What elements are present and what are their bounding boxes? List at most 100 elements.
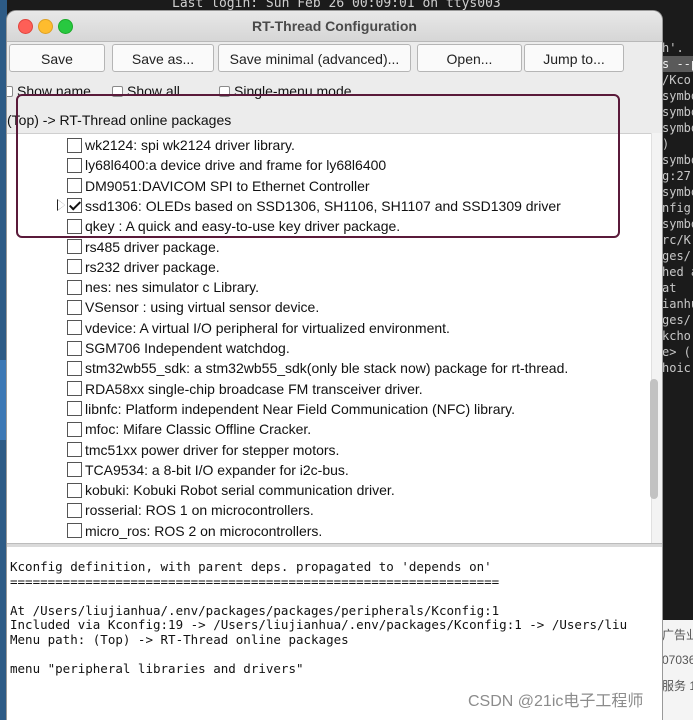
item-checkbox[interactable] [67,299,82,315]
item-checkbox[interactable] [67,381,82,397]
terminal-fragment: nfig [662,201,691,215]
terminal-fragment: g:27 [662,169,691,183]
terminal-fragment: kcho [662,329,691,343]
list-item[interactable]: libnfc: Platform independent Near Field … [67,399,515,419]
background-panel-bottom-right: 广告业 07036 服务 1 [662,620,693,720]
terminal-fragment: rc/K [662,233,691,247]
terminal-fragment: symbo [662,217,693,231]
item-label: nes: nes simulator c Library. [85,279,260,296]
item-checkbox[interactable] [67,137,82,153]
show-name-checkbox[interactable] [7,85,13,97]
terminal-fragment: hoic [662,361,691,375]
background-text: 07036 [662,653,693,667]
item-checkbox[interactable] [67,462,82,478]
terminal-fragment: at [662,281,677,295]
item-checkbox[interactable] [67,421,82,437]
item-checkbox[interactable] [67,259,82,275]
single-menu-option[interactable]: Single-menu mode [219,83,352,99]
item-checkbox[interactable] [67,239,82,254]
list-item[interactable]: stm32wb55_sdk: a stm32wb55_sdk(only ble … [67,358,568,378]
list-item[interactable]: rs232 driver package. [67,257,220,277]
terminal-fragment: ) [662,137,670,151]
item-label: micro_ros: ROS 2 on microcontrollers. [85,522,323,539]
item-label: VSensor : using virtual sensor device. [85,299,320,316]
item-checkbox[interactable] [67,442,82,457]
list-item[interactable]: kobuki: Kobuki Robot serial communicatio… [67,480,395,500]
terminal-fragment: e> ( [662,345,691,359]
expand-arrow-fill [58,199,65,210]
show-all-checkbox[interactable] [112,85,123,97]
item-checkbox[interactable] [67,523,82,539]
terminal-login-line: Last login: Sun Feb 26 00:09:01 on ttys0… [172,0,501,11]
item-checkbox[interactable] [67,157,82,173]
show-all-label: Show all [127,83,180,99]
item-checkbox[interactable] [67,482,82,498]
list-item[interactable]: wk2124: spi wk2124 driver library. [67,135,295,155]
terminal-fragment: symbo [662,105,693,119]
item-checkbox[interactable] [67,320,82,336]
item-label: TCA9534: a 8-bit I/O expander for i2c-bu… [85,461,349,478]
info-line: Kconfig definition, with parent deps. pr… [10,559,492,574]
open-button[interactable]: Open... [417,44,522,72]
config-window: RT-Thread Configuration Save Save as... … [7,11,662,720]
single-menu-label: Single-menu mode [234,83,352,99]
item-label: mfoc: Mifare Classic Offline Cracker. [85,421,312,438]
list-scrollbar-thumb[interactable] [650,379,658,499]
save-button[interactable]: Save [9,44,105,72]
list-item[interactable]: qkey : A quick and easy-to-use key drive… [67,216,400,236]
list-item[interactable]: nes: nes simulator c Library. [67,277,259,297]
item-checkbox[interactable] [67,178,82,194]
info-line: menu "peripheral libraries and drivers" [10,661,304,677]
terminal-fragment: h'. [662,41,684,55]
item-checkbox[interactable] [67,218,82,234]
show-name-option[interactable]: Show name [7,83,91,99]
list-item[interactable]: RDA58xx single-chip broadcase FM transce… [67,379,423,399]
item-label: libnfc: Platform independent Near Field … [85,400,516,417]
item-label: rs232 driver package. [85,258,220,275]
jump-to-button[interactable]: Jump to... [524,44,624,72]
list-item[interactable]: tmc51xx power driver for stepper motors. [67,440,339,460]
list-item[interactable]: TCA9534: a 8-bit I/O expander for i2c-bu… [67,460,349,480]
list-item[interactable]: ly68l6400:a device drive and frame for l… [67,155,386,175]
terminal-fragment: symbo [662,185,693,199]
item-label: SGM706 Independent watchdog. [85,340,290,356]
title-bar[interactable]: RT-Thread Configuration [7,11,662,42]
item-checkbox[interactable] [67,502,82,518]
list-item[interactable]: rosserial: ROS 1 on microcontrollers. [67,500,314,520]
toolbar: Save Save as... Save minimal (advanced).… [7,43,662,75]
item-checkbox[interactable] [67,360,82,376]
item-label: ssd1306: OLEDs based on SSD1306, SH1106,… [85,197,561,214]
info-line: At /Users/liujianhua/.env/packages/packa… [10,602,500,618]
item-checkbox[interactable] [67,401,82,417]
background-text: 广告业 [662,628,693,642]
list-item[interactable]: ssd1306: OLEDs based on SSD1306, SH1106,… [57,196,561,216]
list-item[interactable]: rs485 driver package. [67,237,220,257]
view-options: Show name Show all Single-menu mode [7,83,662,105]
info-line: Menu path: (Top) -> RT-Thread online pac… [10,632,349,647]
item-label: wk2124: spi wk2124 driver library. [85,137,295,153]
window-title: RT-Thread Configuration [252,18,417,34]
terminal-fragment: /Kco [662,73,691,87]
item-checkbox[interactable] [67,198,82,214]
item-label: qkey : A quick and easy-to-use key drive… [85,218,401,235]
package-list: wk2124: spi wk2124 driver library. ly68l6… [7,133,662,544]
item-label: ly68l6400:a device drive and frame for l… [85,157,387,174]
list-item[interactable]: VSensor : using virtual sensor device. [67,297,319,317]
show-all-option[interactable]: Show all [112,83,180,99]
item-label: rs485 driver package. [85,238,220,255]
list-item[interactable]: SGM706 Independent watchdog. [67,338,290,358]
item-checkbox[interactable] [67,340,82,356]
item-label: kobuki: Kobuki Robot serial communicatio… [85,482,395,499]
save-as-button[interactable]: Save as... [112,44,214,72]
watermark: CSDN @21ic电子工程师 [468,693,644,710]
background-window-strip-highlight [0,360,7,440]
terminal-fragment: ges/ [662,249,691,263]
list-item[interactable]: DM9051:DAVICOM SPI to Ethernet Controlle… [67,176,370,196]
single-menu-checkbox[interactable] [219,85,230,97]
list-item[interactable]: mfoc: Mifare Classic Offline Cracker. [67,419,311,439]
list-item[interactable]: vdevice: A virtual I/O peripheral for vi… [67,318,450,338]
save-minimal-button[interactable]: Save minimal (advanced)... [218,44,411,72]
item-checkbox[interactable] [67,279,82,295]
item-label: RDA58xx single-chip broadcase FM transce… [85,380,423,397]
list-item[interactable]: micro_ros: ROS 2 on microcontrollers. [67,521,322,541]
